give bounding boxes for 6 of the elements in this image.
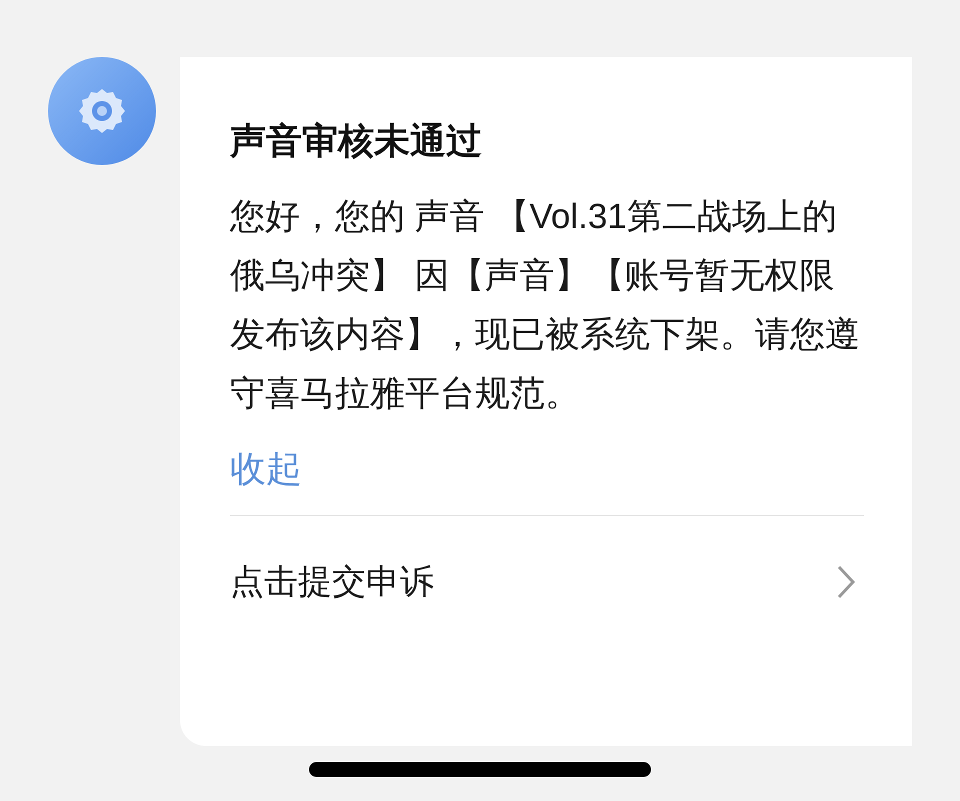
chevron-right-icon [836,565,856,599]
home-indicator[interactable] [309,762,651,777]
notice-title: 声音审核未通过 [230,119,483,163]
appeal-row[interactable]: 点击提交申诉 [230,516,864,648]
notice-message: 您好，您的 声音 【Vol.31第二战场上的俄乌冲突】 因【声音】【账号暂无权限发布该内容】，现已被系统下架。请您遵守喜马拉雅平台规范。 [230,196,861,415]
appeal-label: 点击提交申诉 [230,562,434,603]
